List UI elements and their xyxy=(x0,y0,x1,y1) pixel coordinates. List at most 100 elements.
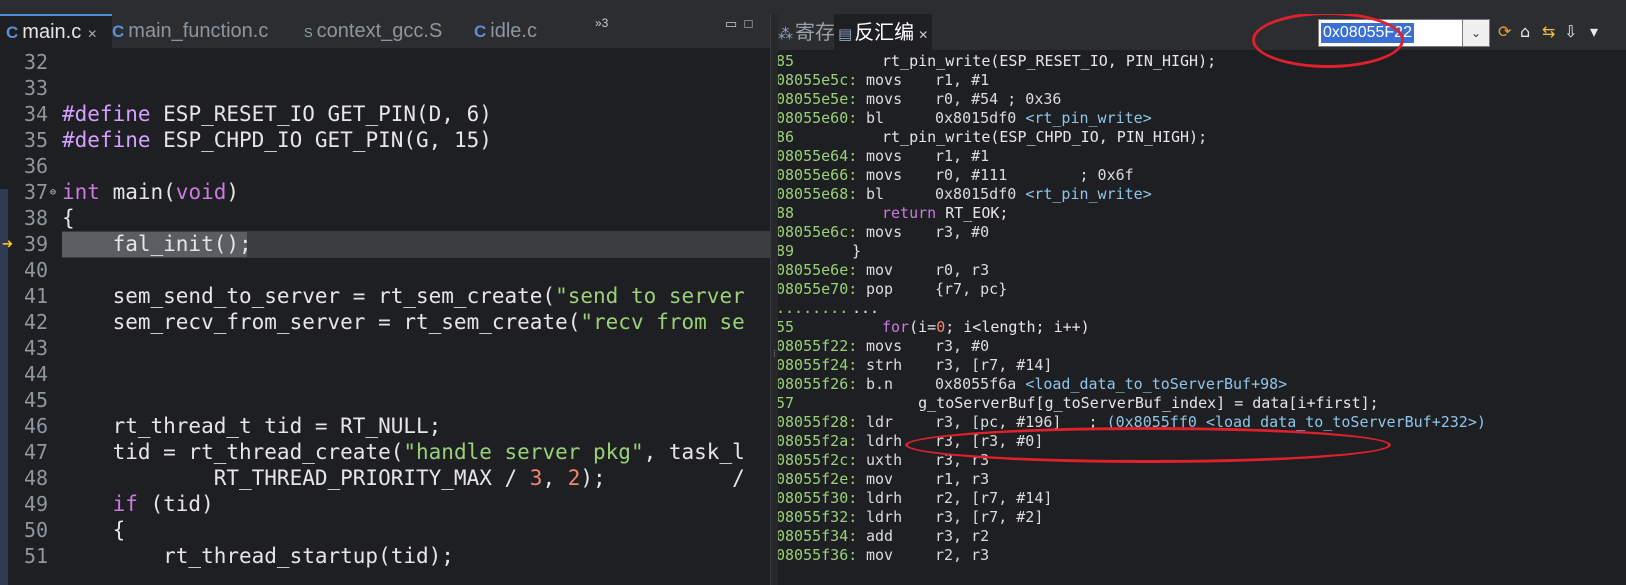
line-text: rt_thread_t tid = RT_NULL; xyxy=(62,414,442,438)
instruction-row[interactable]: 08055e70: pop {r7, pc} xyxy=(778,280,1626,299)
tab-context-gcc-s[interactable]: Scontext_gcc.S xyxy=(304,14,442,48)
instruction-row[interactable]: 08055e6c: movs r3, #0 xyxy=(778,223,1626,242)
code-line: 32 xyxy=(0,49,770,76)
code-line: 34 #define ESP_RESET_IO GET_PIN(D, 6) xyxy=(0,101,770,128)
registers-icon: ⁂ xyxy=(778,25,793,43)
instruction-row[interactable]: 08055e60: bl 0x8015df0 <rt_pin_write> xyxy=(778,109,1626,128)
instruction-row[interactable]: 08055f24: strh r3, [r7, #14] xyxy=(778,356,1626,375)
code-line: 47 tid = rt_thread_create("handle server… xyxy=(0,439,770,466)
code-line: 50 { xyxy=(0,517,770,544)
code-line: 35 #define ESP_CHPD_IO GET_PIN(G, 15) xyxy=(0,127,770,154)
code-line: 48 RT_THREAD_PRIORITY_MAX / 3, 2); / xyxy=(0,465,770,492)
line-number: 33 xyxy=(24,76,49,100)
instruction-row[interactable]: 08055e68: bl 0x8015df0 <rt_pin_write> xyxy=(778,185,1626,204)
sync-icon[interactable]: ⇆ xyxy=(1542,22,1555,41)
line-number: 48 xyxy=(24,466,49,490)
source-line: 89} xyxy=(778,242,862,260)
maximize-icon[interactable]: □ xyxy=(745,16,753,31)
address-dropdown-button[interactable]: ⌄ xyxy=(1462,19,1490,47)
line-number: 46 xyxy=(24,414,49,438)
line-text: if (tid) xyxy=(62,492,214,516)
line-text: rt_thread_startup(tid); xyxy=(62,544,454,568)
line-number: 44 xyxy=(24,362,49,386)
instruction-row[interactable]: 08055e66: movs r0, #111 ; 0x6f xyxy=(778,166,1626,185)
line-number: 45 xyxy=(24,388,49,412)
line-number: 39 xyxy=(24,232,49,256)
refresh-icon[interactable]: ⟳ xyxy=(1498,22,1511,41)
source-line: 55 for(i=0; i<length; i++) xyxy=(778,318,1090,336)
code-line: 33 xyxy=(0,75,770,102)
line-text: sem_recv_from_server = rt_sem_create("re… xyxy=(62,310,745,334)
source-line: 88 return RT_EOK; xyxy=(778,204,1009,222)
c-file-icon: C xyxy=(6,23,19,42)
tab-main-c[interactable]: Cmain.c ✕ xyxy=(0,14,112,48)
code-area[interactable]: 32 33 34 #define ESP_RESET_IO GET_PIN(D, … xyxy=(0,49,770,585)
minimize-icon[interactable]: ▭ xyxy=(725,16,737,31)
line-text: #define ESP_CHPD_IO GET_PIN(G, 15) xyxy=(62,128,492,152)
code-line: 41 sem_send_to_server = rt_sem_create("s… xyxy=(0,283,770,310)
execution-arrow-icon: ➜ xyxy=(2,234,13,255)
disasm-tab-bar: ⁂ 寄存器 ▤ 反汇编 ✕ 0x08055F22 ⌄ ⟳ ⌂ ⇆ ⇩ ▾ xyxy=(778,14,1626,68)
line-number: 40 xyxy=(24,258,49,282)
code-line: 43 xyxy=(0,335,770,362)
current-line: ➜ 39 fal_init(); xyxy=(0,231,770,258)
asm-file-icon: S xyxy=(304,25,313,40)
code-line: 36 xyxy=(0,153,770,180)
line-number: 50 xyxy=(24,518,49,542)
instruction-row[interactable]: 08055f22: movs r3, #0 xyxy=(778,337,1626,356)
instruction-row[interactable]: 08055f2e: mov r1, r3 xyxy=(778,470,1626,489)
tab-overflow-button[interactable]: »3 xyxy=(595,16,608,30)
close-icon[interactable]: ✕ xyxy=(87,27,97,41)
line-number: 51 xyxy=(24,544,49,568)
code-line: 38 { xyxy=(0,205,770,232)
code-line: 45 xyxy=(0,387,770,414)
line-number: 43 xyxy=(24,336,49,360)
instruction-row[interactable]: 08055f34: add r3, r2 xyxy=(778,527,1626,546)
instruction-row[interactable]: 08055e5c: movs r1, #1 xyxy=(778,71,1626,90)
line-text: fal_init(); xyxy=(62,232,252,256)
line-text: tid = rt_thread_create("handle server pk… xyxy=(62,440,745,464)
home-icon[interactable]: ⌂ xyxy=(1520,22,1530,41)
line-number: 34 xyxy=(24,102,49,126)
tab-label: main.c xyxy=(22,21,82,43)
line-number: 41 xyxy=(24,284,49,308)
tab-main-function-c[interactable]: Cmain_function.c xyxy=(112,14,268,48)
code-editor-pane: Cmain.c ✕ Cmain_function.c Scontext_gcc.S… xyxy=(0,14,770,585)
c-file-icon: C xyxy=(474,22,487,41)
code-line: 40 xyxy=(0,257,770,284)
line-text: RT_THREAD_PRIORITY_MAX / 3, 2); / xyxy=(62,466,745,490)
code-line: 37 ⊖ int main(void) xyxy=(0,179,770,206)
fold-toggle-icon[interactable]: ⊖ xyxy=(50,187,56,198)
instruction-row[interactable]: 08055e64: movs r1, #1 xyxy=(778,147,1626,166)
instruction-row[interactable]: 08055f36: mov r2, r3 xyxy=(778,546,1626,565)
source-line: 85 rt_pin_write(ESP_RESET_IO, PIN_HIGH); xyxy=(778,52,1217,70)
export-icon[interactable]: ⇩ xyxy=(1564,22,1577,41)
instruction-row[interactable]: 08055f26: b.n 0x8055f6a <load_data_to_toSe… xyxy=(778,375,1626,394)
elision-row: ........... xyxy=(778,299,880,317)
line-number: 38 xyxy=(24,206,49,230)
instruction-row[interactable]: 08055f32: ldrh r3, [r7, #2] xyxy=(778,508,1626,527)
tab-disassembly[interactable]: ▤ 反汇编 ✕ xyxy=(834,14,933,50)
code-line: 44 xyxy=(0,361,770,388)
c-file-icon: C xyxy=(112,22,125,41)
code-line: 51 rt_thread_startup(tid); xyxy=(0,543,770,570)
instruction-row[interactable]: 08055e5e: movs r0, #54 ; 0x36 xyxy=(778,90,1626,109)
source-line: 86 rt_pin_write(ESP_CHPD_IO, PIN_HIGH); xyxy=(778,128,1208,146)
line-number: 42 xyxy=(24,310,49,334)
line-number: 37 xyxy=(24,180,49,204)
line-text: #define ESP_RESET_IO GET_PIN(D, 6) xyxy=(62,102,492,126)
tab-label: idle.c xyxy=(490,20,537,42)
disassembly-icon: ▤ xyxy=(838,25,853,43)
code-line: 46 rt_thread_t tid = RT_NULL; xyxy=(0,413,770,440)
editor-tab-bar: Cmain.c ✕ Cmain_function.c Scontext_gcc.S… xyxy=(0,14,770,48)
instruction-row[interactable]: 08055f30: ldrh r2, [r7, #14] xyxy=(778,489,1626,508)
instruction-row[interactable]: 08055e6e: mov r0, r3 xyxy=(778,261,1626,280)
line-number: 49 xyxy=(24,492,49,516)
window-controls[interactable]: ▭ □ xyxy=(725,16,752,32)
close-icon[interactable]: ✕ xyxy=(918,28,928,42)
menu-icon[interactable]: ▾ xyxy=(1590,22,1598,41)
line-number: 47 xyxy=(24,440,49,464)
tab-label: 反汇编 xyxy=(854,20,915,44)
tab-idle-c[interactable]: Cidle.c xyxy=(474,14,537,48)
line-text: sem_send_to_server = rt_sem_create("send… xyxy=(62,284,745,308)
